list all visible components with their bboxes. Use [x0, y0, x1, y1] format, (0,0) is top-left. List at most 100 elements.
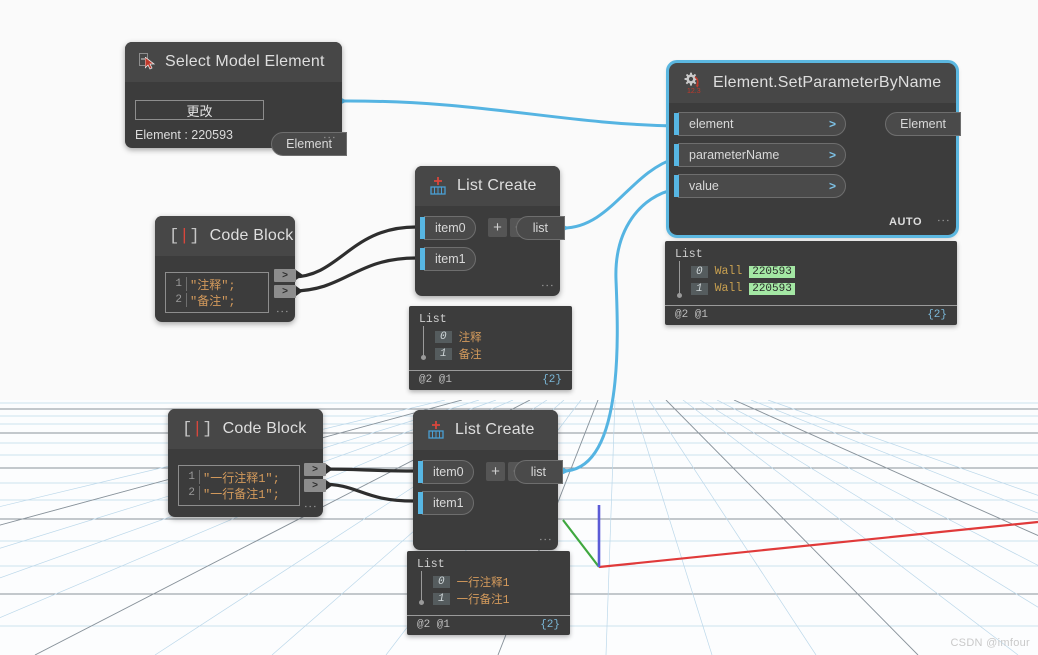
- node-body: item0 + − list item1 ⋮: [413, 450, 558, 550]
- change-button[interactable]: 更改: [135, 100, 264, 120]
- node-context-menu-dots[interactable]: ⋮: [542, 533, 548, 546]
- node-header[interactable]: Select Model Element: [125, 42, 342, 82]
- code-editor[interactable]: 1 "注释"; 2 "备注";: [165, 272, 269, 313]
- node-header[interactable]: [|] Code Block: [168, 409, 323, 449]
- port-connector-tab: [674, 175, 679, 197]
- gutter-divider: [199, 486, 200, 500]
- code-block-icon: [|]: [169, 227, 200, 246]
- preview-body: List 0 一行注释1 1 一行备注1: [407, 551, 570, 615]
- output-port-1[interactable]: >: [274, 285, 296, 298]
- preview-count: {2}: [927, 309, 947, 321]
- chevron-right-icon[interactable]: >: [829, 148, 836, 162]
- svg-text:12.3: 12.3: [687, 88, 701, 94]
- input-row-item1: item1: [415, 247, 560, 278]
- output-port-element[interactable]: Element: [885, 112, 961, 136]
- preview-index: 1: [433, 593, 450, 605]
- preview-index: 0: [435, 331, 452, 343]
- output-port-list[interactable]: list: [516, 216, 565, 240]
- output-port-1[interactable]: >: [304, 479, 326, 492]
- preview-index: 1: [691, 283, 708, 295]
- preview-list-bottom-result: List 0 一行注释1 1 一行备注1 @2 @1 {2}: [407, 551, 570, 635]
- preview-lacing: @2 @1: [417, 619, 450, 631]
- preview-title: List: [417, 558, 560, 571]
- code-text: "备注";: [190, 292, 236, 309]
- input-port-element[interactable]: element >: [678, 112, 846, 136]
- add-item-button[interactable]: +: [486, 462, 505, 481]
- node-header[interactable]: List Create: [413, 410, 558, 450]
- preview-list-spine: [423, 326, 424, 356]
- port-connector-tab: [420, 248, 425, 270]
- node-element-setparameterbyname[interactable]: 12.3 Element.SetParameterByName element …: [669, 63, 956, 235]
- output-port-list[interactable]: list: [514, 460, 563, 484]
- preview-index: 1: [435, 348, 452, 360]
- node-code-block-top[interactable]: [|] Code Block 1 "注释"; 2 "备注"; > > ⋮: [155, 216, 295, 322]
- preview-value: 一行注释1: [457, 574, 510, 590]
- node-body: 更改 Element : 220593 Element ⋮: [125, 82, 342, 148]
- gutter-divider: [186, 293, 187, 307]
- code-block-icon: [|]: [182, 420, 213, 439]
- preview-element-id: 220593: [749, 283, 795, 295]
- node-header[interactable]: [|] Code Block: [155, 216, 295, 256]
- gutter-divider: [186, 277, 187, 291]
- node-context-menu-dots[interactable]: ⋮: [326, 131, 332, 144]
- node-context-menu-dots[interactable]: ⋮: [307, 500, 313, 513]
- input-port-value[interactable]: value >: [678, 174, 846, 198]
- chevron-right-icon[interactable]: >: [829, 179, 836, 193]
- node-header[interactable]: List Create: [415, 166, 560, 206]
- code-line: 2 "一行备注1";: [181, 485, 297, 501]
- port-connector-tab: [418, 461, 423, 483]
- dynamo-workspace-canvas[interactable]: Select Model Element 更改 Element : 220593…: [0, 0, 1038, 655]
- preview-title: List: [419, 313, 562, 326]
- add-item-button[interactable]: +: [488, 218, 507, 237]
- preview-index: 0: [433, 576, 450, 588]
- node-body: element > Element parameterName > value: [669, 103, 956, 235]
- wire-cb1-item0: [292, 227, 416, 277]
- node-code-block-bottom[interactable]: [|] Code Block 1 "一行注释1"; 2 "一行备注1"; > >…: [168, 409, 323, 517]
- input-port-item1[interactable]: item1: [422, 491, 474, 515]
- node-body: 1 "一行注释1"; 2 "一行备注1"; > > ⋮: [168, 449, 323, 517]
- input-port-item0[interactable]: item0: [422, 460, 474, 484]
- node-list-create-top[interactable]: List Create item0 + − list item1 ⋮: [415, 166, 560, 296]
- lacing-mode-label: AUTO: [889, 216, 922, 228]
- node-title: Code Block: [223, 420, 307, 438]
- wire-cb2-item0: [320, 469, 414, 471]
- node-body: 1 "注释"; 2 "备注"; > > ⋮: [155, 256, 295, 322]
- preview-list-spine: [421, 571, 422, 601]
- gutter-divider: [199, 470, 200, 484]
- node-context-menu-dots[interactable]: ⋮: [940, 214, 946, 227]
- preview-value: 一行备注1: [457, 591, 510, 607]
- output-port-0[interactable]: >: [304, 463, 326, 476]
- line-number: 2: [168, 294, 182, 306]
- preview-count: {2}: [540, 619, 560, 631]
- node-header[interactable]: 12.3 Element.SetParameterByName: [669, 63, 956, 103]
- watermark: CSDN @imfour: [950, 637, 1030, 649]
- code-text: "一行备注1";: [203, 485, 280, 502]
- chevron-right-icon[interactable]: >: [829, 117, 836, 131]
- preview-lacing: @2 @1: [419, 374, 452, 386]
- output-port-0[interactable]: >: [274, 269, 296, 282]
- input-port-parametername[interactable]: parameterName >: [678, 143, 846, 167]
- preview-value: 备注: [459, 346, 482, 362]
- preview-row: 1 一行备注1: [433, 590, 560, 607]
- code-editor[interactable]: 1 "一行注释1"; 2 "一行备注1";: [178, 465, 300, 506]
- preview-footer: @2 @1 {2}: [665, 305, 957, 325]
- node-select-model-element[interactable]: Select Model Element 更改 Element : 220593…: [125, 42, 342, 148]
- preview-setparam-result: List 0 Wall 220593 1 Wall 220593 @2 @1 {…: [665, 241, 957, 325]
- node-title: Select Model Element: [165, 53, 325, 71]
- preview-row: 0 注释: [435, 328, 562, 345]
- node-context-menu-dots[interactable]: ⋮: [544, 279, 550, 292]
- node-list-create-bottom[interactable]: List Create item0 + − list item1 ⋮: [413, 410, 558, 550]
- wire-element: [341, 101, 676, 126]
- preview-list-top-result: List 0 注释 1 备注 @2 @1 {2}: [409, 306, 572, 390]
- code-line: 1 "注释";: [168, 276, 266, 292]
- input-port-item1[interactable]: item1: [424, 247, 476, 271]
- line-number: 1: [181, 471, 195, 483]
- preview-body: List 0 Wall 220593 1 Wall 220593: [665, 241, 957, 305]
- input-port-item0[interactable]: item0: [424, 216, 476, 240]
- output-port-wrap: list: [514, 460, 563, 484]
- wire-cb2-item1: [320, 484, 414, 501]
- node-context-menu-dots[interactable]: ⋮: [279, 305, 285, 318]
- preview-body: List 0 注释 1 备注: [409, 306, 572, 370]
- wire-value: [563, 189, 676, 471]
- input-row-element: element > Element: [669, 112, 956, 143]
